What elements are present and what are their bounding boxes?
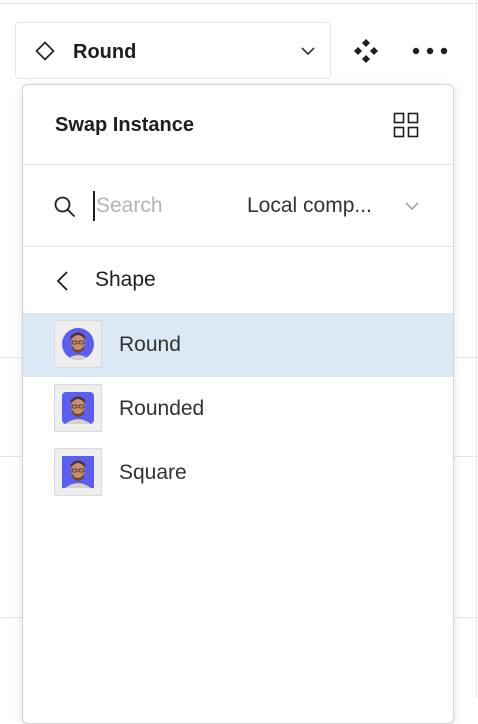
instance-name: Round	[73, 41, 137, 63]
grid-view-icon[interactable]	[393, 112, 419, 138]
component-list: Round Rounded Square	[23, 313, 453, 505]
component-thumbnail	[54, 448, 102, 496]
chevron-left-icon	[56, 271, 68, 291]
list-item-round[interactable]: Round	[23, 313, 453, 377]
popover-title: Swap Instance	[55, 114, 194, 136]
go-to-main-component-icon[interactable]	[353, 38, 379, 64]
list-item-label: Square	[119, 461, 187, 484]
list-item-label: Rounded	[119, 397, 205, 420]
breadcrumb-back-button[interactable]: Shape	[23, 247, 453, 313]
popover-header: Swap Instance	[23, 85, 453, 165]
library-scope-value: Local comp...	[247, 194, 372, 217]
instance-selector[interactable]: Round	[15, 22, 331, 79]
list-item-square[interactable]: Square	[23, 441, 453, 505]
round-avatar-icon	[55, 321, 101, 367]
search-icon	[54, 196, 76, 218]
panel-divider	[0, 3, 478, 4]
search-input[interactable]	[93, 191, 236, 221]
panel-edge	[476, 0, 477, 698]
chevron-down-icon	[301, 47, 315, 56]
rounded-avatar-icon	[55, 385, 101, 431]
list-item-rounded[interactable]: Rounded	[23, 377, 453, 441]
list-item-label: Round	[119, 333, 181, 356]
chevron-down-icon	[405, 202, 419, 211]
more-options-icon[interactable]	[412, 44, 448, 58]
library-scope-select[interactable]: Local comp...	[247, 191, 427, 221]
square-avatar-icon	[55, 449, 101, 495]
swap-instance-popover: Swap Instance Local comp... Shape	[22, 84, 454, 724]
component-instance-icon	[35, 41, 55, 61]
component-thumbnail	[54, 320, 102, 368]
component-thumbnail	[54, 384, 102, 432]
breadcrumb-label: Shape	[95, 268, 156, 291]
search-row: Local comp...	[23, 165, 453, 247]
